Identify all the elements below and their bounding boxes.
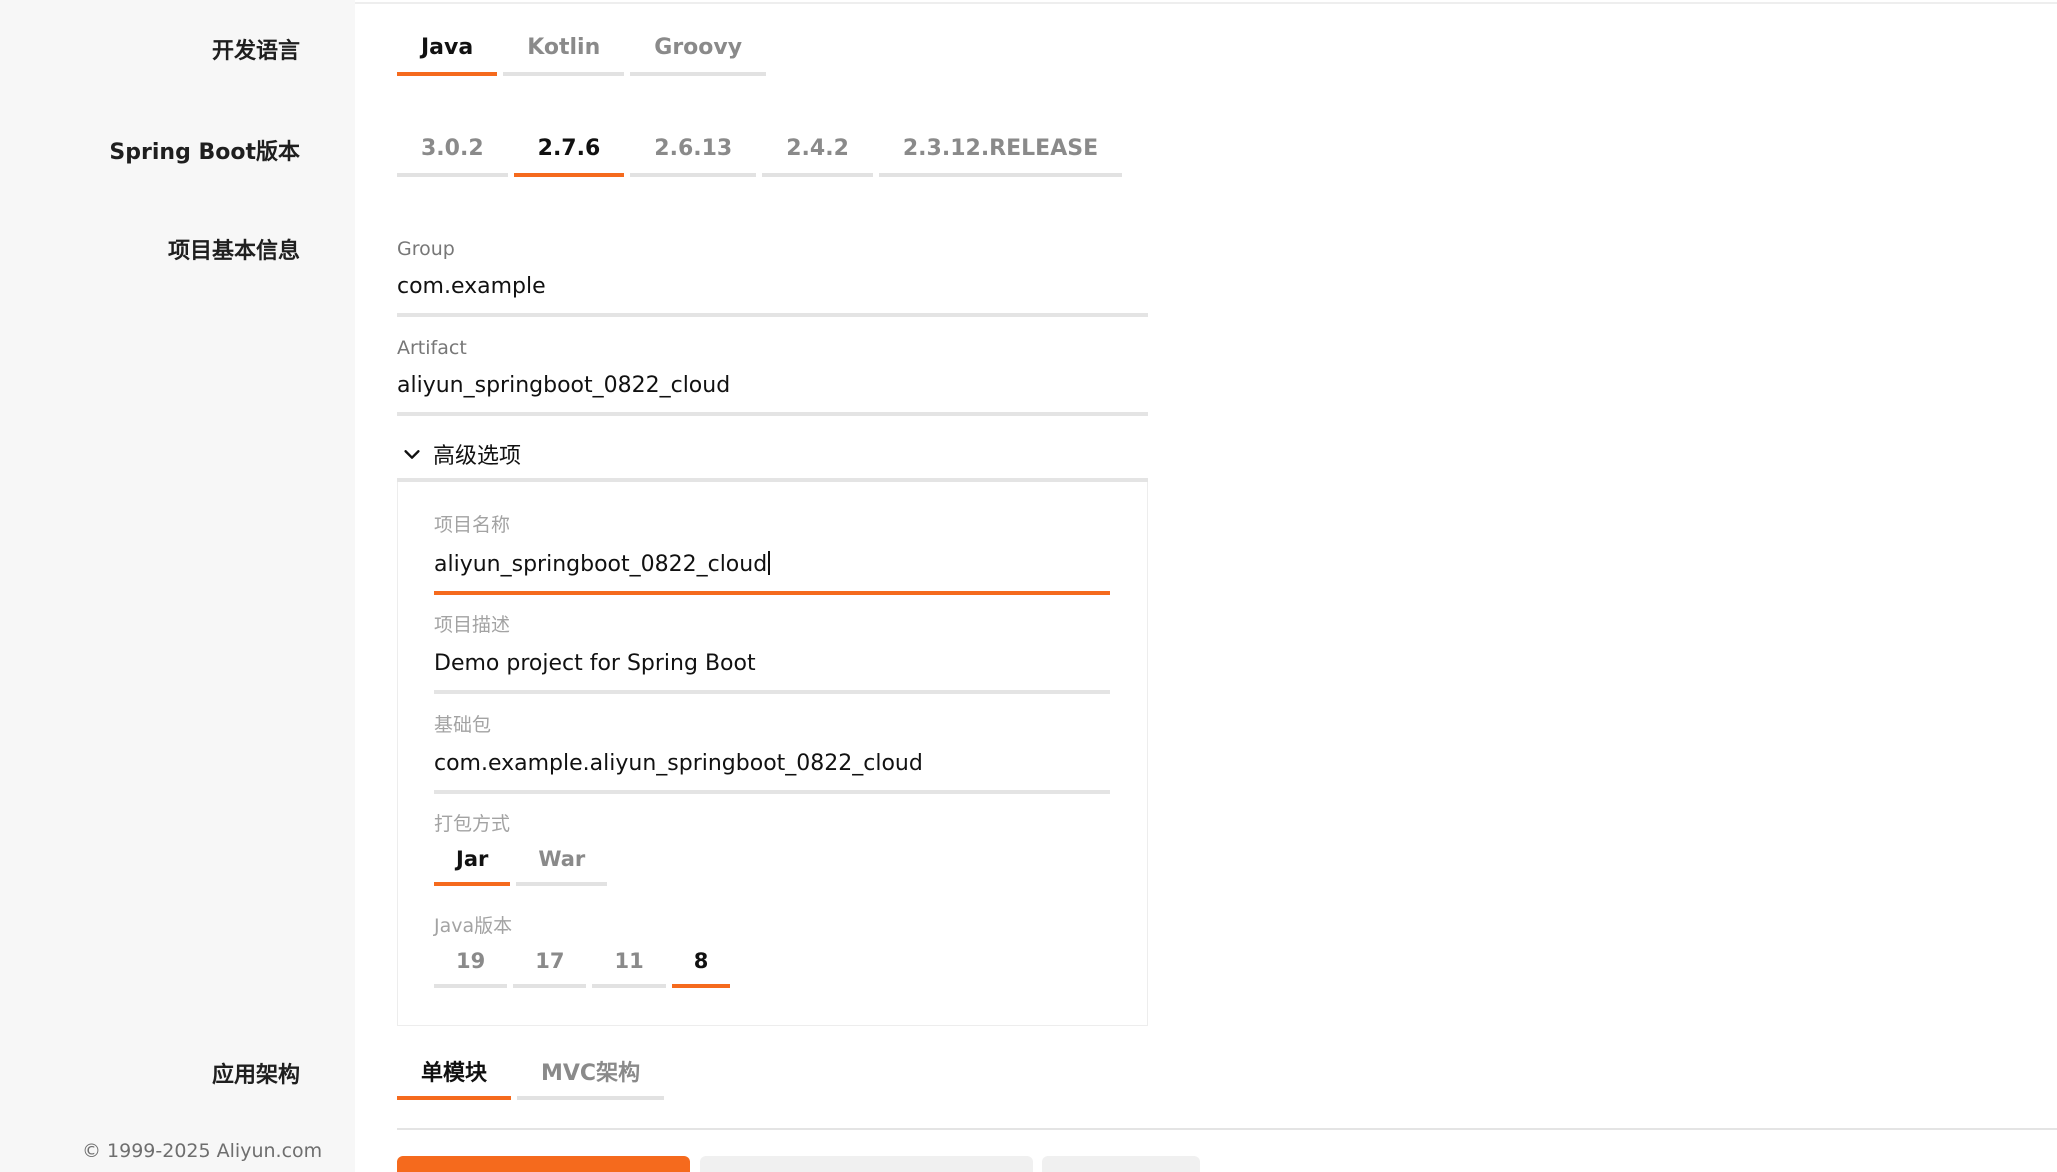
tab-language-groovy[interactable]: Groovy bbox=[630, 22, 767, 76]
project-name-input[interactable]: aliyun_springboot_0822_cloud bbox=[434, 551, 1110, 595]
project-desc-input[interactable]: Demo project for Spring Boot bbox=[434, 651, 1110, 694]
packaging-label: 打包方式 bbox=[434, 813, 511, 835]
tab-java-8[interactable]: 8 bbox=[671, 938, 731, 988]
sidebar bbox=[0, 0, 355, 1172]
tab-spring-boot-2-3-12[interactable]: 2.3.12.RELEASE bbox=[878, 123, 1123, 177]
project-name-field[interactable]: 项目名称 aliyun_springboot_0822_cloud bbox=[434, 510, 1110, 595]
top-border bbox=[355, 0, 2057, 4]
language-label: 开发语言 bbox=[211, 39, 300, 64]
tab-architecture-mvc[interactable]: MVC架构 bbox=[517, 1046, 665, 1100]
group-input[interactable]: com.example bbox=[397, 274, 1148, 317]
tab-packaging-war[interactable]: War bbox=[516, 836, 608, 886]
tab-packaging-jar[interactable]: Jar bbox=[434, 836, 511, 886]
tab-architecture-single-module[interactable]: 单模块 bbox=[397, 1046, 512, 1100]
tertiary-action-button[interactable] bbox=[1042, 1156, 1200, 1172]
secondary-action-button[interactable] bbox=[700, 1156, 1033, 1172]
base-package-input[interactable]: com.example.aliyun_springboot_0822_cloud bbox=[434, 751, 1110, 794]
tab-language-java[interactable]: Java bbox=[397, 22, 498, 76]
copyright: © 1999-2025 Aliyun.com bbox=[82, 1140, 323, 1162]
artifact-field[interactable]: Artifact aliyun_springboot_0822_cloud bbox=[397, 337, 1148, 416]
tab-spring-boot-2-6-13[interactable]: 2.6.13 bbox=[630, 123, 757, 177]
base-package-label: 基础包 bbox=[434, 714, 492, 736]
base-package-field[interactable]: 基础包 com.example.aliyun_springboot_0822_c… bbox=[434, 710, 1110, 794]
project-name-value: aliyun_springboot_0822_cloud bbox=[434, 552, 768, 577]
architecture-tabs: 单模块 MVC架构 bbox=[397, 1046, 665, 1100]
tab-java-19[interactable]: 19 bbox=[434, 938, 508, 988]
project-desc-label: 项目描述 bbox=[434, 614, 511, 636]
artifact-label: Artifact bbox=[397, 337, 467, 359]
tab-spring-boot-2-7-6[interactable]: 2.7.6 bbox=[513, 123, 625, 177]
architecture-label: 应用架构 bbox=[211, 1063, 300, 1088]
text-caret bbox=[768, 551, 771, 575]
project-desc-field[interactable]: 项目描述 Demo project for Spring Boot bbox=[434, 610, 1110, 694]
spring-boot-label: Spring Boot版本 bbox=[109, 140, 300, 165]
primary-action-button[interactable] bbox=[397, 1156, 690, 1172]
tab-java-17[interactable]: 17 bbox=[513, 938, 587, 988]
java-version-label: Java版本 bbox=[434, 915, 513, 937]
project-name-label: 项目名称 bbox=[434, 514, 511, 536]
chevron-down-icon bbox=[404, 450, 420, 459]
tab-java-11[interactable]: 11 bbox=[592, 938, 666, 988]
tab-spring-boot-2-4-2[interactable]: 2.4.2 bbox=[762, 123, 873, 177]
group-label: Group bbox=[397, 238, 455, 260]
tab-spring-boot-3-0-2[interactable]: 3.0.2 bbox=[397, 123, 508, 177]
section-divider bbox=[397, 1128, 2057, 1130]
group-field[interactable]: Group com.example bbox=[397, 238, 1148, 317]
artifact-input[interactable]: aliyun_springboot_0822_cloud bbox=[397, 373, 1148, 416]
tab-language-kotlin[interactable]: Kotlin bbox=[503, 22, 625, 76]
language-tabs: Java Kotlin Groovy bbox=[397, 22, 767, 76]
packaging-tabs: Jar War bbox=[434, 836, 608, 886]
project-info-label: 项目基本信息 bbox=[167, 239, 300, 264]
advanced-options-label: 高级选项 bbox=[433, 444, 522, 469]
java-version-tabs: 19 17 11 8 bbox=[434, 938, 731, 988]
spring-boot-tabs: 3.0.2 2.7.6 2.6.13 2.4.2 2.3.12.RELEASE bbox=[397, 123, 1123, 177]
advanced-options-toggle[interactable]: 高级选项 bbox=[397, 430, 1148, 482]
